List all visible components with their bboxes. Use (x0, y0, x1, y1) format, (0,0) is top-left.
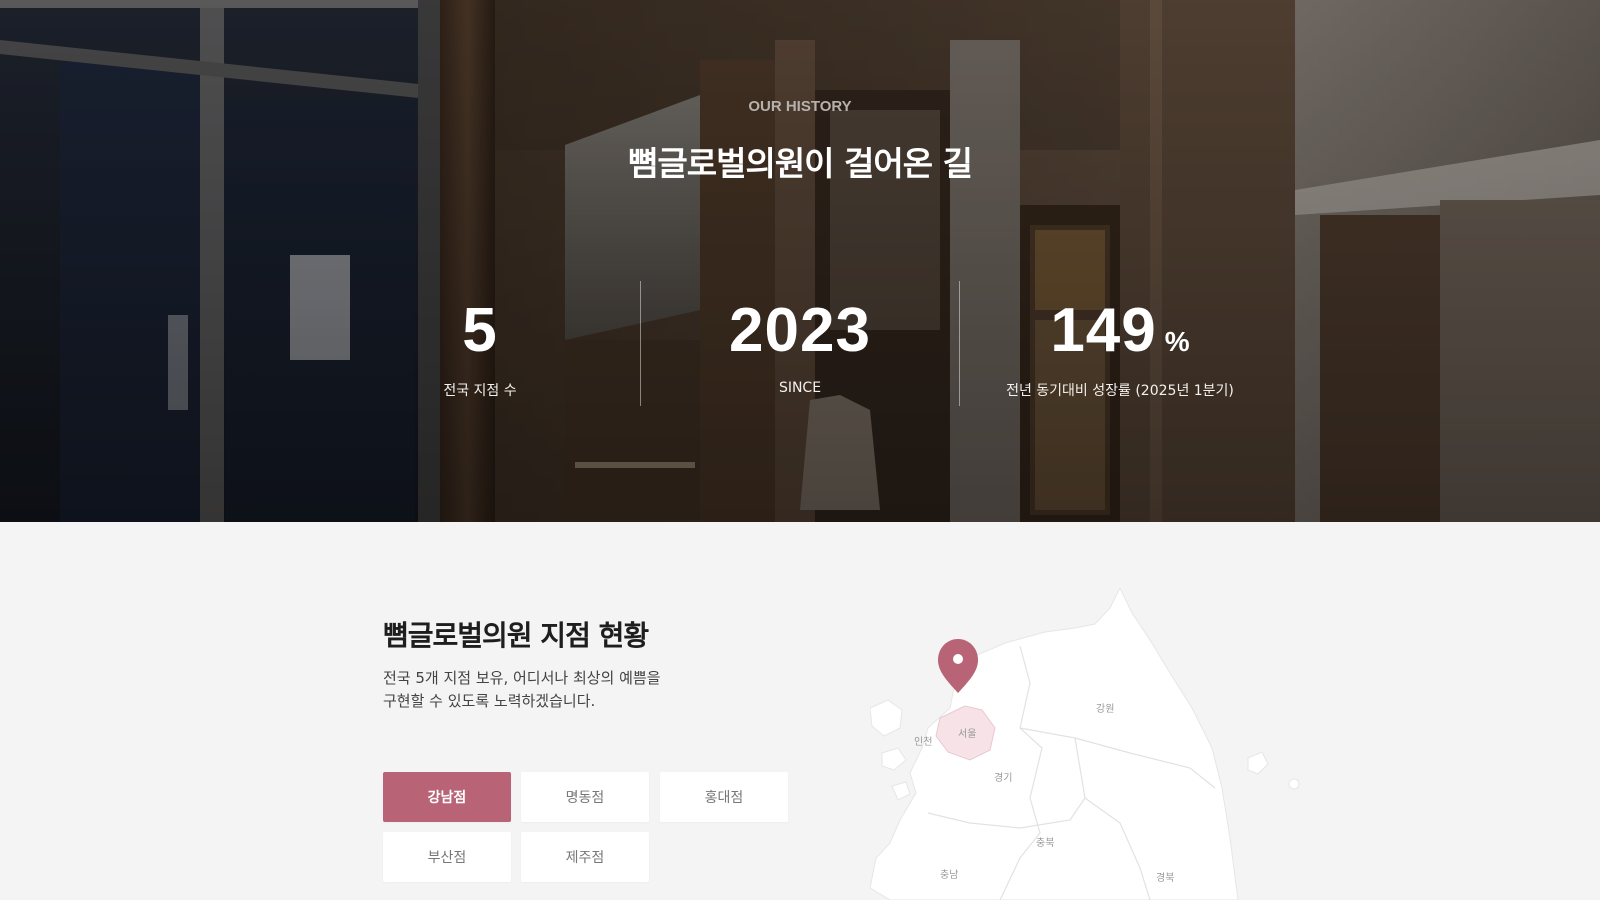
branch-button-jeju[interactable]: 제주점 (521, 832, 649, 882)
map-label-gyeongbuk: 경북 (1156, 871, 1174, 884)
branch-button-hongdae[interactable]: 홍대점 (660, 772, 788, 822)
description-line: 구현할 수 있도록 노력하겠습니다. (383, 692, 596, 710)
map-island (1247, 751, 1269, 775)
stat-value: 5 (462, 296, 498, 365)
stat-unit: % (1164, 326, 1190, 357)
branch-button-myeongdong[interactable]: 명동점 (521, 772, 649, 822)
stat-value: 149 (1050, 296, 1157, 365)
hero-dark-overlay (0, 0, 1600, 522)
map-island (891, 781, 911, 801)
stat-label: 전국 지점 수 (443, 383, 517, 399)
map-island (1288, 778, 1300, 790)
stat-growth-rate: 149% 전년 동기대비 성장률 (2025년 1분기) (960, 296, 1280, 400)
map-island (870, 699, 903, 737)
stat-label: 전년 동기대비 성장률 (2025년 1분기) (1006, 383, 1234, 399)
map-label-gyeonggi: 경기 (994, 771, 1012, 784)
korea-map: 서울 인천 경기 강원 충북 충남 경북 (870, 588, 1300, 900)
branch-section-description: 전국 5개 지점 보유, 어디서나 최상의 예쁨을 구현할 수 있도록 노력하겠… (383, 667, 703, 713)
hero-eyebrow: OUR HISTORY (748, 98, 852, 115)
description-line: 전국 5개 지점 보유, 어디서나 최상의 예쁨을 (383, 669, 661, 687)
map-label-chungbuk: 충북 (1036, 837, 1054, 849)
map-label-chungnam: 충남 (940, 869, 958, 881)
map-label-gangwon: 강원 (1096, 703, 1114, 715)
branch-section: 뼘글로벌의원 지점 현황 전국 5개 지점 보유, 어디서나 최상의 예쁨을 구… (0, 522, 1600, 900)
stat-value: 2023 (729, 296, 871, 365)
map-label-seoul: 서울 (958, 728, 976, 740)
stat-branch-count: 5 전국 지점 수 (320, 296, 640, 400)
stat-value-line: 149% (960, 296, 1280, 366)
stat-value-line: 2023 (640, 296, 960, 366)
map-label-incheon: 인천 (914, 736, 932, 748)
stat-value-line: 5 (320, 296, 640, 366)
branch-button-busan[interactable]: 부산점 (383, 832, 511, 882)
hero-title: 뼘글로벌의원이 걸어온 길 (628, 144, 973, 183)
stat-label: SINCE (778, 380, 822, 396)
map-island (881, 747, 907, 771)
history-hero: OUR HISTORY 뼘글로벌의원이 걸어온 길 5 전국 지점 수 2023… (0, 0, 1600, 522)
branch-button-gangnam[interactable]: 강남점 (383, 772, 511, 822)
stat-since: 2023 SINCE (640, 296, 960, 396)
branch-section-title: 뼘글로벌의원 지점 현황 (383, 619, 649, 652)
